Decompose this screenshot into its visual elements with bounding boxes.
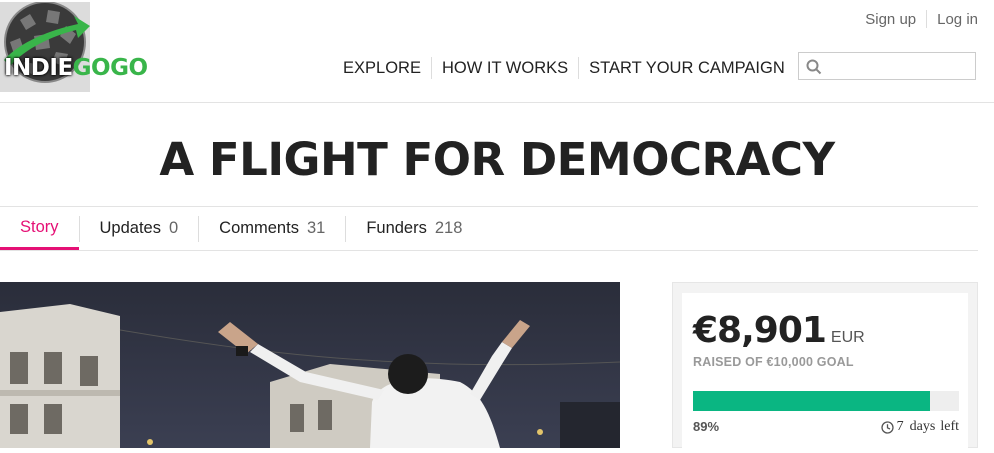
tab-comments-count: 31 — [306, 219, 326, 237]
amount-raised-value: €8,901 — [693, 310, 827, 351]
nav-explore[interactable]: EXPLORE — [333, 59, 431, 78]
tabs-divider — [0, 250, 978, 251]
left-word: left — [940, 419, 959, 434]
days-word: days — [909, 419, 936, 434]
nav-how-it-works[interactable]: HOW IT WORKS — [432, 59, 578, 78]
progress-bar — [693, 391, 959, 411]
tab-funders[interactable]: Funders 218 — [346, 207, 482, 250]
funding-card: €8,901 EUR RAISED OF €10,000 GOAL 89% 7 … — [682, 293, 968, 453]
auth-divider — [926, 10, 928, 28]
search-icon[interactable] — [806, 59, 822, 75]
log-in-link[interactable]: Log in — [937, 11, 978, 28]
search-input[interactable] — [827, 55, 971, 79]
progress-bar-fill — [693, 391, 930, 411]
campaign-tabs: Story Updates 0 Comments 31 Funders 218 — [0, 207, 482, 250]
logo-text-gogo: GOGO — [72, 55, 148, 81]
clock-icon — [881, 420, 894, 434]
days-left: 7 days left — [881, 419, 959, 435]
search-box[interactable] — [798, 52, 976, 80]
tab-funders-count: 218 — [434, 219, 463, 237]
amount-raised: €8,901 EUR — [693, 310, 865, 351]
logo-wordmark: INDIEGOGO — [4, 55, 148, 81]
header-divider — [0, 102, 994, 103]
percent-funded: 89% — [693, 419, 720, 434]
sign-up-link[interactable]: Sign up — [865, 11, 916, 28]
logo-text-indie: INDIE — [4, 55, 73, 81]
tab-updates-count: 0 — [168, 219, 179, 237]
tab-comments[interactable]: Comments 31 — [199, 207, 345, 250]
funding-panel: €8,901 EUR RAISED OF €10,000 GOAL 89% 7 … — [672, 282, 978, 453]
indiegogo-logo[interactable]: INDIEGOGO — [0, 2, 180, 92]
tab-updates-label: Updates — [99, 219, 161, 237]
nav-start-campaign[interactable]: START YOUR CAMPAIGN — [579, 59, 795, 78]
auth-links: Sign up Log in — [865, 10, 978, 28]
tab-comments-label: Comments — [219, 219, 299, 237]
main-nav: EXPLORE HOW IT WORKS START YOUR CAMPAIGN — [333, 57, 795, 79]
tab-updates[interactable]: Updates 0 — [80, 207, 199, 250]
days-left-number: 7 — [896, 419, 904, 434]
goal-text: RAISED OF €10,000 GOAL — [693, 355, 854, 369]
campaign-video-image[interactable] — [0, 282, 620, 448]
tab-story[interactable]: Story — [0, 207, 79, 250]
tab-funders-label: Funders — [366, 219, 427, 237]
tab-story-label: Story — [20, 217, 59, 236]
campaign-title: A FLIGHT FOR DEMOCRACY — [159, 133, 835, 186]
currency-label: EUR — [830, 329, 865, 346]
